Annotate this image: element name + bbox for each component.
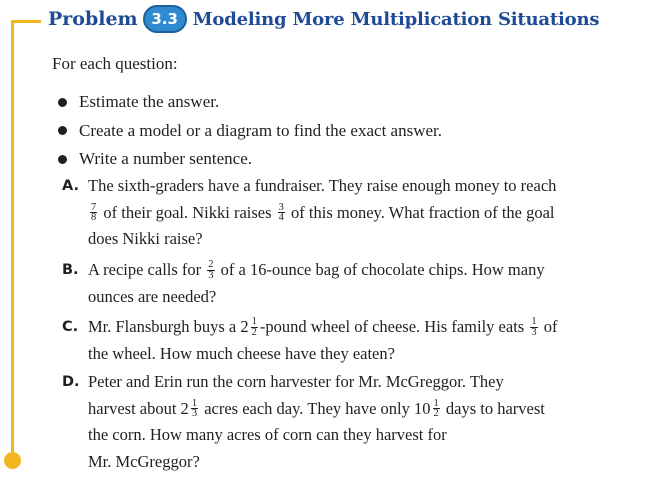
question-label: B. bbox=[62, 262, 79, 278]
bullet-dot-icon bbox=[58, 97, 67, 107]
fraction: 12 bbox=[250, 316, 258, 338]
question-b: B. A recipe calls for 23 of a 16-ounce b… bbox=[62, 257, 642, 310]
instruction-item: Estimate the answer. bbox=[58, 88, 442, 117]
question-a: A. The sixth-graders have a fundraiser. … bbox=[62, 173, 642, 253]
question-label: A. bbox=[62, 178, 79, 194]
frame-end-dot bbox=[4, 452, 21, 469]
fraction: 23 bbox=[207, 259, 215, 281]
question-d: D. Peter and Erin run the corn harvester… bbox=[62, 369, 642, 475]
question-label: D. bbox=[62, 374, 80, 390]
fraction: 13 bbox=[190, 397, 199, 420]
question-text: Peter and Erin run the corn harvester fo… bbox=[88, 372, 545, 471]
instruction-list: Estimate the answer. Create a model or a… bbox=[58, 88, 442, 174]
bullet-dot-icon bbox=[58, 154, 67, 164]
instruction-item: Write a number sentence. bbox=[58, 145, 442, 174]
question-text: The sixth-graders have a fundraiser. The… bbox=[88, 176, 557, 248]
question-text: Mr. Flansburgh buys a 2 1 2 -pound wheel of… bbox=[88, 316, 558, 363]
fraction: 13 bbox=[530, 316, 538, 338]
problem-title: Modeling More Multiplication Situations bbox=[192, 8, 600, 30]
fraction: 12 bbox=[432, 397, 440, 420]
question-label: C. bbox=[62, 319, 79, 335]
problem-header: Problem 3.3 Modeling More Multiplication… bbox=[30, 5, 650, 33]
fraction: 78 bbox=[90, 201, 98, 224]
bullet-dot-icon bbox=[58, 126, 67, 136]
intro-text: For each question: bbox=[52, 54, 178, 73]
frame-left-bar bbox=[11, 20, 14, 460]
fraction: 34 bbox=[277, 201, 285, 224]
problem-word: Problem bbox=[48, 8, 138, 30]
instruction-item: Create a model or a diagram to find the … bbox=[58, 117, 442, 146]
question-text: A recipe calls for 23 of a 16-ounce bag … bbox=[88, 259, 545, 306]
question-c: C. Mr. Flansburgh buys a 2 1 2 -pound wheel… bbox=[62, 314, 642, 367]
problem-number-badge: 3.3 bbox=[142, 5, 187, 33]
